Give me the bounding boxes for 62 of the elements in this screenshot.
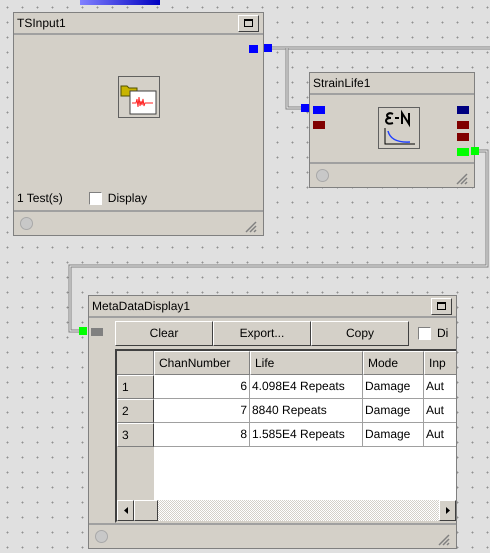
scroll-thumb[interactable] bbox=[134, 500, 158, 521]
column-header[interactable]: Inp bbox=[424, 351, 456, 375]
table-cell: 8840 Repeats bbox=[250, 399, 363, 423]
port-connector[interactable] bbox=[91, 328, 103, 336]
display-checkbox[interactable] bbox=[88, 192, 102, 204]
column-header[interactable]: ChanNumber bbox=[154, 351, 250, 375]
display-checkbox[interactable] bbox=[418, 326, 431, 340]
port-connector[interactable] bbox=[264, 44, 272, 52]
port-connector[interactable] bbox=[457, 133, 469, 141]
row-header[interactable]: 1 bbox=[117, 375, 154, 399]
maximize-icon bbox=[244, 19, 253, 27]
row-header[interactable]: 3 bbox=[117, 423, 154, 447]
maximize-button[interactable] bbox=[238, 14, 259, 32]
port-connector[interactable] bbox=[457, 106, 469, 114]
strain-life-icon bbox=[378, 107, 420, 149]
maximize-icon bbox=[437, 302, 446, 310]
scroll-right-button[interactable] bbox=[439, 500, 456, 521]
right-arrow-icon bbox=[446, 507, 450, 514]
table-cell: Aut bbox=[424, 399, 456, 423]
table-cell: 4.098E4 Repeats bbox=[250, 375, 363, 399]
display-label: Di bbox=[437, 325, 448, 342]
table-cell: 6 bbox=[154, 375, 250, 399]
display-label: Display bbox=[108, 190, 148, 207]
node-title: MetaDataDisplay1 bbox=[92, 298, 190, 315]
table-cell: 8 bbox=[154, 423, 250, 447]
corner-header bbox=[117, 351, 154, 375]
resize-grip-icon bbox=[456, 173, 468, 185]
table-cell: Damage bbox=[363, 399, 424, 423]
table-cell: Aut bbox=[424, 375, 456, 399]
node-title: StrainLife1 bbox=[313, 75, 370, 92]
port-connector[interactable] bbox=[301, 104, 309, 112]
row-header[interactable]: 2 bbox=[117, 399, 154, 423]
status-light-icon bbox=[20, 217, 33, 230]
table-cell: Damage bbox=[363, 423, 424, 447]
horizontal-scrollbar[interactable] bbox=[117, 500, 456, 521]
table-cell: Damage bbox=[363, 375, 424, 399]
column-header[interactable]: Life bbox=[250, 351, 363, 375]
left-arrow-icon bbox=[124, 507, 128, 514]
port-connector[interactable] bbox=[313, 106, 325, 114]
open-signal-file-icon bbox=[118, 76, 160, 118]
column-header[interactable]: Mode bbox=[363, 351, 424, 375]
test-count: 1 Test(s) bbox=[17, 190, 63, 207]
node-title: TSInput1 bbox=[17, 15, 66, 32]
status-light-icon bbox=[95, 530, 108, 543]
port-connector[interactable] bbox=[313, 121, 325, 129]
resize-grip-icon bbox=[245, 221, 257, 233]
toolbar-button[interactable]: Copy bbox=[311, 320, 409, 346]
port-connector[interactable] bbox=[457, 121, 469, 129]
port-connector[interactable] bbox=[79, 327, 87, 335]
table-cell: Aut bbox=[424, 423, 456, 447]
table-cell: 1.585E4 Repeats bbox=[250, 423, 363, 447]
scroll-left-button[interactable] bbox=[117, 500, 134, 521]
maximize-button[interactable] bbox=[431, 298, 452, 314]
toolbar-button[interactable]: Clear bbox=[115, 320, 213, 346]
port-connector[interactable] bbox=[471, 147, 479, 155]
table-cell: 7 bbox=[154, 399, 250, 423]
status-light-icon bbox=[316, 169, 329, 182]
resize-grip-icon bbox=[438, 534, 450, 546]
row-header-gutter bbox=[117, 447, 154, 500]
port-connector[interactable] bbox=[457, 148, 469, 156]
port-connector[interactable] bbox=[249, 45, 258, 53]
toolbar-button[interactable]: Export... bbox=[213, 320, 311, 346]
